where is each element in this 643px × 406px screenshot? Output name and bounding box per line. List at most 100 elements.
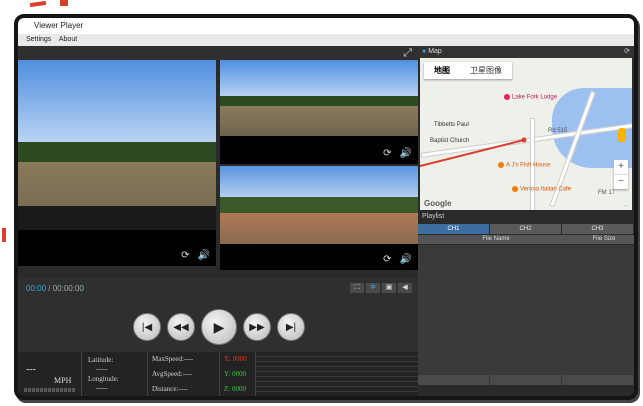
playlist-footer — [418, 375, 634, 385]
place-baptist-church: Baptist Church — [430, 138, 470, 144]
map-dot-icon: ● — [422, 48, 427, 55]
decor-stroke-left — [2, 228, 6, 242]
video-main-controls: ⟳ 🔊 — [173, 250, 210, 261]
map-attribution: ⋯ — [624, 203, 628, 208]
menu-about[interactable]: About — [59, 36, 77, 43]
time-current: 00:00 — [26, 284, 47, 293]
speed-display: --- — [26, 364, 36, 375]
tab-satellite[interactable]: 卫星图像 — [460, 62, 512, 79]
playback-controls: |◀ ◀◀ ▶ ▶▶ ▶| — [18, 302, 418, 352]
zoom-out-button[interactable]: − — [614, 174, 628, 189]
skip-end-icon: ▶| — [285, 321, 297, 333]
layout-icon[interactable]: ▣ — [382, 283, 396, 293]
app-window: Viewer Player Settings About ⤢ ⟳ 🔊 ⟳ 🔊 ⟳… — [14, 14, 638, 400]
longitude-value: ----- — [96, 384, 108, 392]
fast-forward-icon: ▶▶ — [249, 321, 265, 333]
zoom-control: + − — [614, 160, 628, 189]
map-type-tabs: 地图 卫星图像 — [424, 62, 512, 79]
video-ch3[interactable]: ⟳ 🔊 — [220, 166, 418, 270]
lodging-pin-icon — [504, 94, 510, 100]
distance: Distance:---- — [152, 385, 188, 393]
place-lake-fork-lodge: Lake Fork Lodge — [504, 94, 557, 101]
rewind-icon: ◀◀ — [173, 321, 189, 333]
gsensor-graph — [256, 352, 418, 396]
volume-icon[interactable]: 🔊 — [400, 148, 412, 159]
menu-bar: Settings About — [18, 34, 634, 46]
gsensor-y: Y: 0000 — [224, 370, 247, 378]
map-view[interactable]: 地图 卫星图像 Lake Fork Lodge Tibbetts Paul Ba… — [420, 58, 632, 210]
channel-tabs: CH1 CH2 CH3 — [418, 224, 634, 234]
gsensor-panel: X: 0000 Y: 0000 Z: 0000 — [220, 352, 256, 396]
place-tibbetts-paul: Tibbetts Paul — [434, 122, 469, 128]
playlist-title: Playlist — [422, 213, 445, 220]
column-file-name[interactable]: File Name — [418, 235, 574, 244]
playlist-footer-cell — [490, 375, 561, 385]
speed-panel: --- MPH — [18, 352, 82, 396]
video-ch2[interactable]: ⟳ 🔊 — [220, 60, 418, 164]
playlist-list[interactable] — [418, 245, 634, 385]
telemetry-bar: --- MPH Latitude: ----- Longitude: -----… — [18, 352, 418, 396]
video-main[interactable]: ⟳ 🔊 — [18, 60, 216, 266]
road-label: FM 17 — [598, 190, 616, 196]
tab-ch1[interactable]: CH1 — [418, 224, 489, 234]
video-ch2-controls: ⟳ 🔊 — [375, 148, 412, 159]
fullscreen-icon[interactable]: ⤢ — [403, 47, 412, 59]
tab-ch3[interactable]: CH3 — [562, 224, 633, 234]
window-title: Viewer Player — [18, 18, 634, 34]
audio-icon[interactable]: ◀ — [398, 283, 412, 293]
snapshot-icon[interactable]: ⛶ — [350, 283, 364, 293]
time-display: 00:00 / 00:00:00 — [26, 284, 84, 293]
time-bar: 00:00 / 00:00:00 ⛶ ✲ ▣ ◀ — [18, 278, 418, 302]
rotate-icon[interactable]: ⟳ — [181, 250, 189, 261]
playlist-footer-cell — [562, 375, 633, 385]
play-icon: ▶ — [213, 318, 225, 335]
restaurant-pin-icon — [512, 186, 518, 192]
fast-forward-button[interactable]: ▶▶ — [243, 313, 271, 341]
gsensor-x: X: 0000 — [224, 355, 247, 363]
road-label: Rd 515 — [548, 128, 568, 134]
place-aj-fish-house: A J's Fish House — [498, 162, 551, 169]
volume-icon[interactable]: 🔊 — [400, 254, 412, 265]
max-speed: MaxSpeed:---- — [152, 355, 194, 363]
tab-map[interactable]: 地图 — [424, 62, 460, 79]
avg-speed: AvgSpeed:---- — [152, 370, 192, 378]
decor-stroke-top — [29, 0, 47, 8]
settings-icon[interactable]: ✲ — [366, 283, 380, 293]
map-title: Map — [428, 48, 442, 55]
stats-panel: MaxSpeed:---- AvgSpeed:---- Distance:---… — [148, 352, 220, 396]
play-button[interactable]: ▶ — [201, 309, 237, 345]
video-toolbar: ⤢ — [18, 46, 418, 60]
gsensor-z: Z: 0000 — [224, 385, 246, 393]
skip-end-button[interactable]: ▶| — [277, 313, 305, 341]
rotate-icon[interactable]: ⟳ — [383, 254, 391, 265]
restaurant-pin-icon — [498, 162, 504, 168]
longitude-label: Longitude: — [88, 375, 119, 383]
google-logo: Google — [424, 199, 452, 208]
place-verona-cafe: Verona Italian Cafe — [512, 186, 571, 193]
video-ch3-controls: ⟳ 🔊 — [375, 254, 412, 265]
decor-stroke-top — [60, 0, 68, 6]
video-pane: ⤢ ⟳ 🔊 ⟳ 🔊 ⟳ 🔊 00:00 / 00:00:00 ⛶ ✲ ▣ ◀ |… — [18, 46, 418, 396]
view-tools: ⛶ ✲ ▣ ◀ — [350, 283, 412, 293]
map-header: ● Map ⟳ — [418, 46, 634, 58]
coordinates-panel: Latitude: ----- Longitude: ----- — [82, 352, 148, 396]
time-total: 00:00:00 — [52, 284, 84, 293]
column-file-size[interactable]: File Size — [574, 235, 634, 244]
refresh-icon[interactable]: ⟳ — [624, 46, 630, 58]
speed-unit: MPH — [54, 376, 72, 385]
playlist-columns: File Name File Size — [418, 235, 634, 244]
latitude-value: ----- — [96, 365, 108, 373]
menu-settings[interactable]: Settings — [26, 36, 51, 43]
zoom-in-button[interactable]: + — [614, 160, 628, 174]
latitude-label: Latitude: — [88, 356, 114, 364]
volume-icon[interactable]: 🔊 — [198, 250, 210, 261]
street-view-icon[interactable] — [618, 128, 626, 142]
skip-start-button[interactable]: |◀ — [133, 313, 161, 341]
rewind-button[interactable]: ◀◀ — [167, 313, 195, 341]
side-pane: ● Map ⟳ 地图 卫星图像 Lake Fork Lodge Tibbetts… — [418, 46, 634, 396]
skip-start-icon: |◀ — [141, 321, 153, 333]
speed-meter — [24, 388, 76, 392]
rotate-icon[interactable]: ⟳ — [383, 148, 391, 159]
tab-ch2[interactable]: CH2 — [490, 224, 561, 234]
playlist-footer-cell — [418, 375, 489, 385]
